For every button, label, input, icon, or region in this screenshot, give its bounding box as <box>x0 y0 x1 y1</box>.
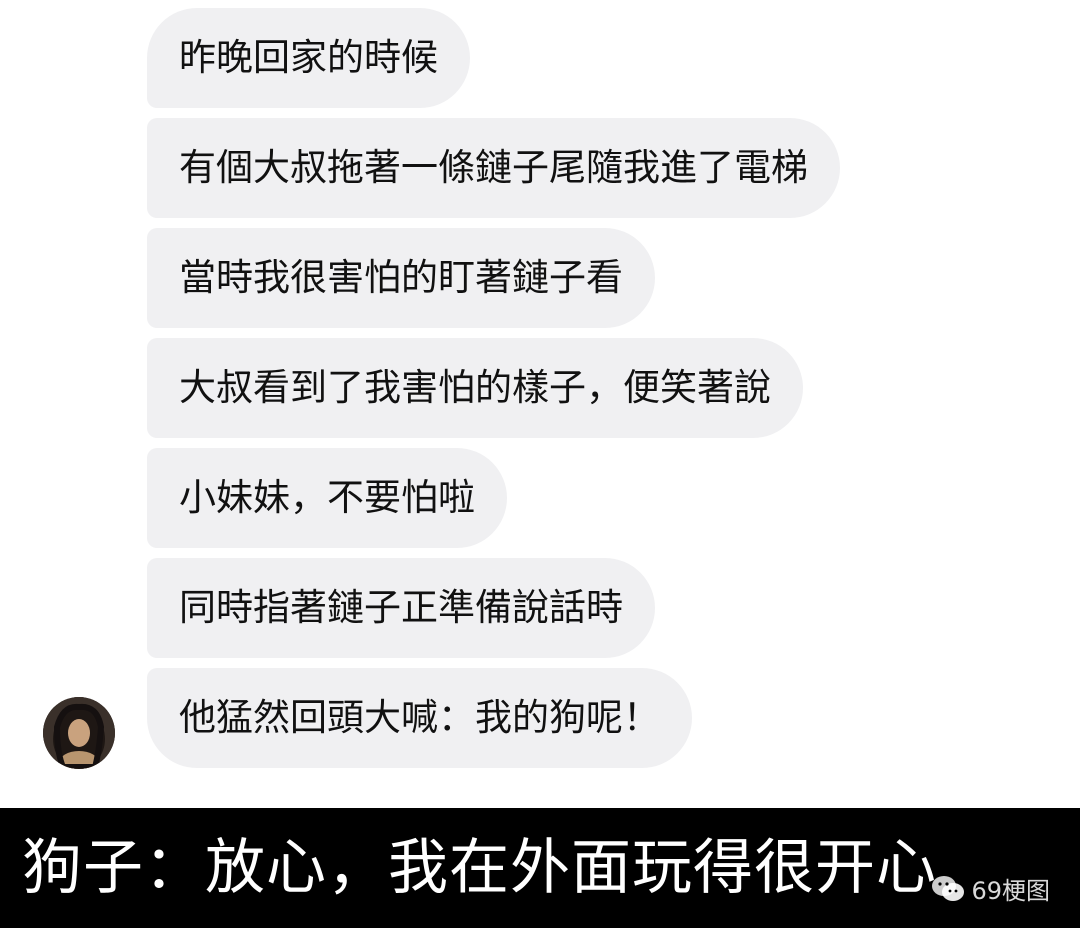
message-bubble: 同時指著鏈子正準備說話時 <box>147 558 655 658</box>
watermark-text: 69梗图 <box>971 877 1050 905</box>
message-text: 同時指著鏈子正準備說話時 <box>179 586 623 629</box>
message-text: 有個大叔拖著一條鏈子尾隨我進了電梯 <box>179 146 808 189</box>
message-bubble: 昨晚回家的時候 <box>147 8 470 108</box>
message-text: 當時我很害怕的盯著鏈子看 <box>179 256 623 299</box>
message-bubble: 他猛然回頭大喊：我的狗呢！ <box>147 668 692 768</box>
caption-bar: 狗子：放心，我在外面玩得很开心 69梗图 <box>0 808 1080 928</box>
wechat-icon <box>931 875 965 903</box>
message-text: 小妹妹，不要怕啦 <box>179 476 475 519</box>
chat-thread: 昨晚回家的時候 有個大叔拖著一條鏈子尾隨我進了電梯 當時我很害怕的盯著鏈子看 大… <box>0 0 1080 808</box>
caption-text: 狗子：放心，我在外面玩得很开心 <box>22 833 937 903</box>
message-text: 昨晚回家的時候 <box>179 36 438 79</box>
message-bubble: 大叔看到了我害怕的樣子，便笑著說 <box>147 338 803 438</box>
message-bubble: 小妹妹，不要怕啦 <box>147 448 507 548</box>
avatar-photo <box>43 697 115 769</box>
message-bubble: 有個大叔拖著一條鏈子尾隨我進了電梯 <box>147 118 840 218</box>
message-bubble: 當時我很害怕的盯著鏈子看 <box>147 228 655 328</box>
watermark: 69梗图 <box>931 871 1050 906</box>
avatar[interactable] <box>43 697 115 769</box>
message-text: 大叔看到了我害怕的樣子，便笑著說 <box>179 366 771 409</box>
message-text: 他猛然回頭大喊：我的狗呢！ <box>179 696 660 739</box>
